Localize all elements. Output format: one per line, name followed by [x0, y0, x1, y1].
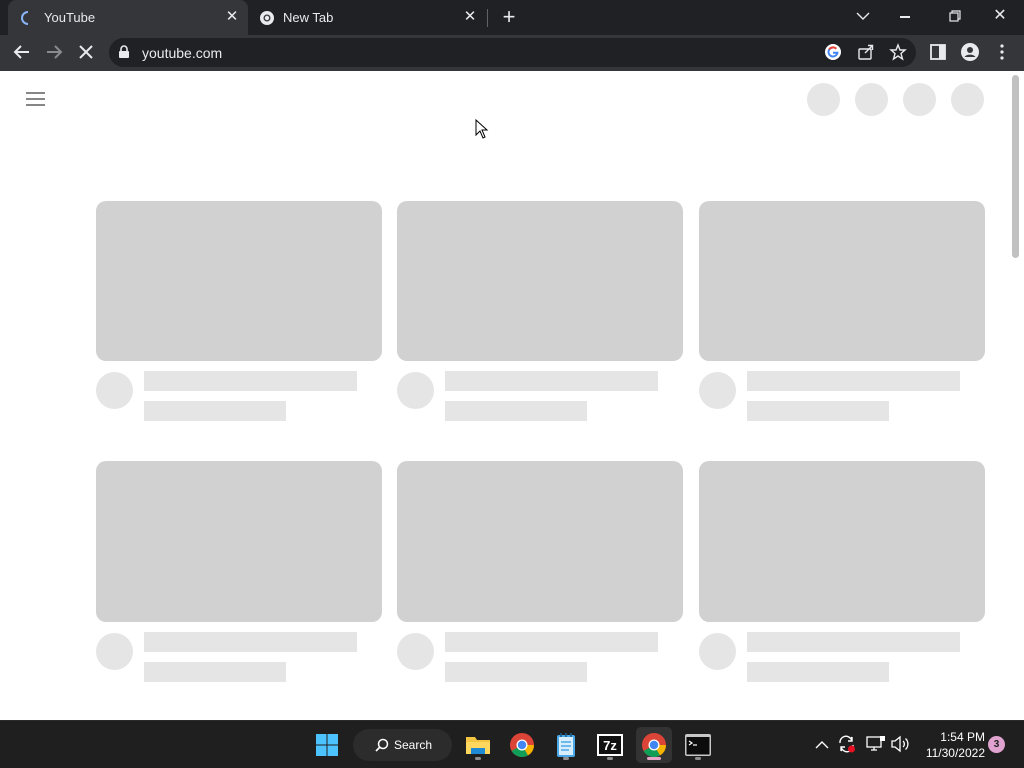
running-indicator [647, 757, 661, 760]
video-thumbnail-placeholder [699, 461, 985, 622]
notification-badge[interactable]: 3 [988, 736, 1005, 753]
close-icon[interactable]: ✕ [992, 7, 1008, 25]
chevron-up-icon[interactable] [815, 737, 829, 749]
video-thumbnail-placeholder [96, 201, 382, 361]
profile-icon[interactable] [959, 42, 981, 64]
tab-title: New Tab [283, 10, 334, 25]
loading-spinner-icon [20, 10, 36, 26]
bookmark-star-icon[interactable] [889, 43, 909, 63]
forward-arrow-icon[interactable] [44, 43, 64, 63]
running-indicator [607, 757, 613, 760]
running-indicator [695, 757, 701, 760]
title-placeholder [747, 371, 960, 391]
title-placeholder [445, 632, 658, 652]
taskbar-file-explorer[interactable] [460, 727, 496, 763]
minimize-icon[interactable] [900, 16, 910, 18]
header-placeholder [903, 83, 936, 116]
channel-avatar-placeholder [699, 633, 736, 670]
tab-title: YouTube [44, 10, 96, 25]
taskbar-7zip[interactable]: 7z [592, 727, 628, 763]
side-panel-icon[interactable] [929, 44, 947, 62]
tab-divider [487, 9, 488, 27]
start-windows-icon [315, 733, 339, 757]
taskbar-notepad[interactable] [548, 727, 584, 763]
taskbar-chrome-active[interactable] [636, 727, 672, 763]
search-icon [375, 738, 389, 752]
title-placeholder [144, 371, 357, 391]
tab-youtube[interactable]: YouTube ✕ [8, 0, 248, 35]
close-tab-icon[interactable]: ✕ [462, 9, 478, 25]
address-bar[interactable]: youtube.com [109, 38, 916, 67]
lock-icon[interactable] [118, 45, 132, 61]
google-icon[interactable] [824, 43, 844, 63]
browser-toolbar: youtube.com [0, 35, 1024, 71]
7zip-icon: 7z [597, 734, 623, 756]
taskbar-terminal[interactable] [680, 727, 716, 763]
tab-strip: YouTube ✕ New Tab ✕ + ✕ [0, 0, 1024, 35]
chrome-icon [259, 10, 275, 26]
header-placeholder [807, 83, 840, 116]
menu-kebab-icon[interactable] [996, 44, 1008, 62]
volume-icon[interactable] [890, 735, 910, 753]
share-icon[interactable] [857, 43, 877, 63]
windows-taskbar: Search 7z 1:54 PM 11/30/2022 3 [0, 720, 1024, 768]
taskbar-search[interactable]: Search [353, 729, 452, 761]
channel-avatar-placeholder [96, 372, 133, 409]
notepad-icon [556, 732, 576, 758]
clock-date[interactable]: 11/30/2022 [915, 746, 985, 760]
restore-icon[interactable] [948, 9, 962, 23]
meta-placeholder [144, 662, 286, 682]
clock-time[interactable]: 1:54 PM [925, 730, 985, 744]
tab-search-icon[interactable] [853, 8, 873, 26]
title-placeholder [445, 371, 658, 391]
video-thumbnail-placeholder [397, 201, 683, 361]
video-thumbnail-placeholder [397, 461, 683, 622]
taskbar-chrome[interactable] [504, 727, 540, 763]
meta-placeholder [144, 401, 286, 421]
network-icon[interactable] [866, 735, 886, 753]
start-button[interactable] [309, 727, 345, 763]
terminal-icon [685, 734, 711, 756]
chrome-icon [509, 732, 535, 758]
video-thumbnail-placeholder [96, 461, 382, 622]
video-thumbnail-placeholder [699, 201, 985, 361]
title-placeholder [747, 632, 960, 652]
back-arrow-icon[interactable] [12, 43, 32, 63]
url-text[interactable]: youtube.com [142, 45, 222, 61]
channel-avatar-placeholder [397, 372, 434, 409]
mouse-cursor-icon [475, 118, 489, 139]
running-indicator [563, 757, 569, 760]
file-explorer-icon [465, 733, 491, 757]
meta-placeholder [445, 662, 587, 682]
title-placeholder [144, 632, 357, 652]
header-placeholder [951, 83, 984, 116]
plus-icon[interactable]: + [499, 6, 519, 28]
hamburger-menu-icon[interactable] [26, 91, 46, 107]
search-label: Search [394, 738, 433, 752]
header-placeholder [855, 83, 888, 116]
chrome-active-icon [641, 732, 667, 758]
meta-placeholder [747, 662, 889, 682]
svg-text:7z: 7z [603, 738, 617, 753]
channel-avatar-placeholder [96, 633, 133, 670]
running-indicator [475, 757, 481, 760]
tab-new-tab[interactable]: New Tab ✕ [248, 0, 486, 35]
close-tab-icon[interactable]: ✕ [224, 9, 240, 25]
youtube-page [0, 71, 1024, 720]
meta-placeholder [445, 401, 587, 421]
stop-loading-icon[interactable] [76, 43, 96, 63]
channel-avatar-placeholder [397, 633, 434, 670]
meta-placeholder [747, 401, 889, 421]
scrollbar-thumb[interactable] [1012, 75, 1019, 258]
channel-avatar-placeholder [699, 372, 736, 409]
sync-icon[interactable] [837, 734, 857, 754]
